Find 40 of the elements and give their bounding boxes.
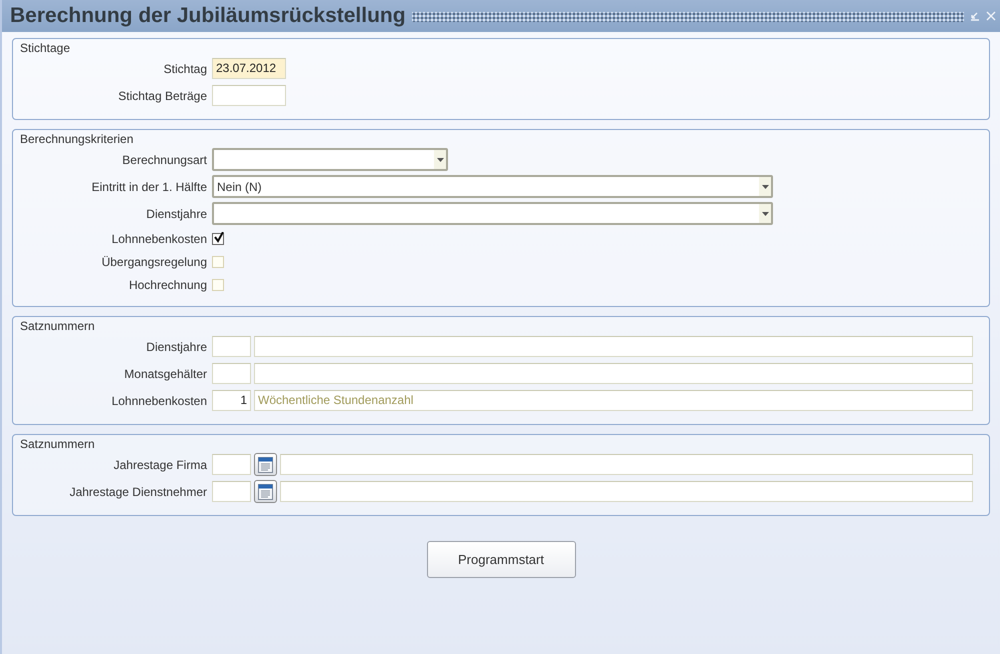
field-label: Lohnnebenkosten — [110, 394, 207, 408]
number-field[interactable] — [212, 454, 251, 475]
minimize-icon[interactable] — [970, 11, 980, 21]
field-label: Stichtag — [162, 62, 207, 76]
caret-icon — [762, 184, 768, 188]
caret-icon — [436, 158, 444, 162]
lookup-button[interactable] — [254, 453, 277, 476]
window-title: Berechnung der Jubiläumsrückstellung — [10, 4, 406, 28]
start-button[interactable]: Programmstart — [426, 541, 576, 578]
number-field[interactable] — [212, 363, 251, 384]
number-field[interactable] — [212, 481, 251, 502]
lookup-button[interactable] — [254, 480, 277, 503]
calendar-icon — [258, 456, 273, 472]
field-label: Dienstjahre — [145, 340, 207, 354]
panel-legend: Satznummern — [17, 437, 98, 451]
panel-legend: Stichtage — [17, 41, 74, 55]
field-label: Jahrestage Firma — [112, 458, 207, 472]
field-label: Hochrechnung — [128, 278, 207, 292]
field-label: Berechnungsart — [121, 152, 207, 166]
field-label: Lohnnebenkosten — [110, 232, 207, 246]
date-field[interactable] — [212, 85, 286, 106]
dropdown[interactable]: Nein (N) — [212, 175, 773, 198]
calendar-icon — [258, 484, 273, 500]
date-field[interactable]: 23.07.2012 — [212, 58, 286, 79]
close-icon[interactable] — [986, 11, 996, 21]
dropdown[interactable] — [212, 202, 773, 225]
field-label: Stichtag Beträge — [117, 88, 207, 102]
field-label: Jahrestage Dienstnehmer — [68, 484, 207, 498]
field-label: Dienstjahre — [145, 206, 207, 220]
caret-icon — [762, 212, 768, 216]
field-label: Eintritt in der 1. Hälfte — [90, 180, 207, 194]
dropdown[interactable] — [212, 148, 448, 171]
checkbox[interactable] — [212, 232, 224, 244]
field-label: Übergangsregelung — [100, 254, 207, 268]
panel-legend: Satznummern — [17, 319, 98, 333]
panel-legend: Berechnungskriterien — [17, 132, 136, 146]
number-field[interactable] — [212, 336, 251, 357]
field-label: Monatsgehälter — [123, 366, 207, 380]
number-field[interactable]: 1 — [212, 390, 251, 411]
description-field: Wöchentliche Stundenanzahl — [254, 390, 973, 411]
